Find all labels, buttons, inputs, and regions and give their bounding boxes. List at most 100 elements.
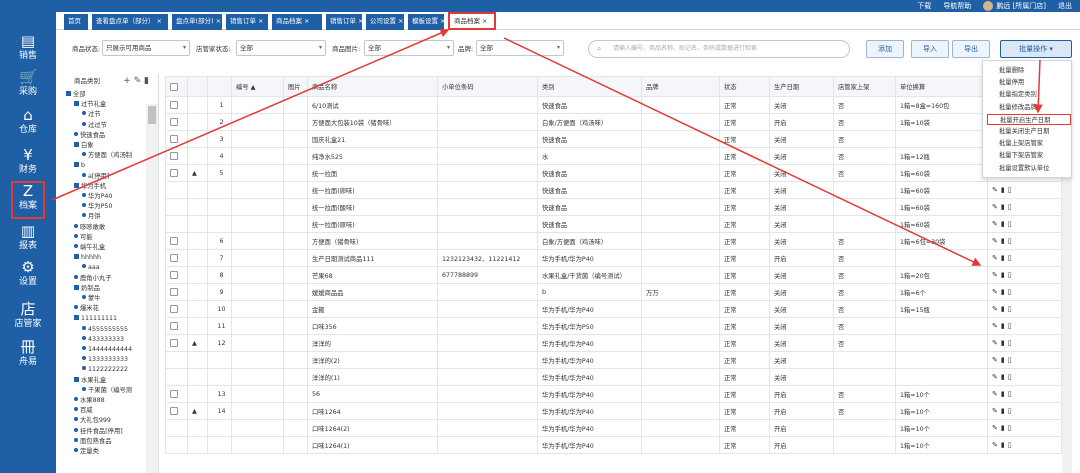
batch-menu-item[interactable]: 批量设置默认单位: [987, 163, 1071, 174]
category-node[interactable]: 水果888: [74, 396, 105, 405]
category-node[interactable]: 哆哆敢敢: [74, 223, 105, 232]
category-node[interactable]: 快速食品: [74, 131, 105, 140]
row-actions-icon[interactable]: ✎▮▯: [992, 407, 1015, 415]
batch-menu-item[interactable]: 批量指定类别: [987, 89, 1071, 100]
row-actions-icon[interactable]: ✎▮▯: [992, 339, 1015, 347]
tab-8[interactable]: 商品档案 ×: [448, 12, 496, 30]
category-node[interactable]: 1333333333: [82, 355, 128, 364]
row-checkbox[interactable]: [170, 390, 178, 398]
close-icon[interactable]: ×: [398, 17, 403, 25]
close-icon[interactable]: ×: [482, 17, 487, 25]
sidebar-item-zhouyi[interactable]: 冊舟易: [0, 338, 56, 374]
category-node[interactable]: 过节: [82, 110, 101, 119]
category-scrollbar[interactable]: [146, 104, 158, 473]
row-actions-icon[interactable]: ✎▮▯: [992, 271, 1015, 279]
column-header[interactable]: [165, 76, 188, 97]
table-row[interactable]: 洋洋的(2) 华为手机/华为P40 正常 关闭 ✎▮▯: [165, 351, 1062, 369]
table-row[interactable]: 2方便面大包装10袋（猪骨味）白象/方便面（鸡汤味）正常开启否1箱=10袋✎▮▯: [165, 113, 1062, 131]
category-node[interactable]: 方便面（鸡汤制: [82, 151, 132, 160]
batch-operation-button[interactable]: 批量操作 ▾: [1000, 40, 1072, 58]
close-icon[interactable]: ×: [358, 17, 363, 25]
table-row[interactable]: 统一拉面(原味) 快速食品 正常 关闭 1箱=60袋 ✎▮▯: [165, 215, 1062, 233]
batch-menu-item[interactable]: 批量关闭生产日期: [987, 126, 1071, 137]
search-input[interactable]: ⌕ 请输入编号、商品名称、助记名、条码或数据进行检索: [588, 40, 850, 58]
cell-expand[interactable]: ▲: [187, 334, 208, 352]
category-node[interactable]: 面包熟食品: [74, 437, 111, 446]
category-node[interactable]: 蒙牛: [82, 294, 101, 303]
tab-6[interactable]: 公司设置 ×: [366, 14, 404, 30]
row-actions-icon[interactable]: ✎▮▯: [992, 186, 1015, 194]
row-checkbox[interactable]: [170, 288, 178, 296]
table-row[interactable]: 6 方便面（猪骨味） 白象/方便面（鸡汤味） 正常 关闭否 1箱=6包=30袋 ✎▮▯: [165, 232, 1062, 250]
tab-0[interactable]: 首页: [64, 14, 88, 30]
category-node[interactable]: 百威: [74, 406, 93, 415]
category-node[interactable]: 鹿角小丸子: [74, 274, 111, 283]
table-row[interactable]: 16/10测试快速食品正常关闭否1箱=8盒=160包✎▮▯: [165, 96, 1062, 114]
row-actions-icon[interactable]: ✎▮▯: [992, 220, 1015, 228]
row-actions-icon[interactable]: ✎▮▯: [992, 305, 1015, 313]
sidebar-item-report[interactable]: ▥ 报表: [0, 222, 56, 258]
category-node[interactable]: 华为P50: [82, 202, 112, 211]
table-row[interactable]: 口味1264(1) 华为手机/华为P40 正常 开启 1箱=10个 ✎▮▯: [165, 436, 1062, 454]
store-status-filter-select[interactable]: 全部 ▾: [236, 40, 326, 56]
category-node[interactable]: 爆米花: [74, 304, 99, 313]
category-node[interactable]: 可能: [74, 233, 93, 242]
table-row[interactable]: 13 56 华为手机/华为P40 正常 开启否 1箱=10个 ✎▮▯: [165, 385, 1062, 403]
category-node[interactable]: 华为P40: [82, 192, 112, 201]
category-node[interactable]: 挂件食品[停用]: [74, 427, 123, 436]
add-button[interactable]: 添加: [866, 40, 904, 58]
row-actions-icon[interactable]: ✎▮▯: [992, 373, 1015, 381]
category-actions[interactable]: + ✎ ▮: [123, 74, 149, 88]
category-node[interactable]: 过节礼盒: [74, 100, 106, 109]
batch-menu-item[interactable]: 批量上架店管家: [987, 138, 1071, 149]
category-node[interactable]: 111111111: [74, 314, 117, 323]
row-actions-icon[interactable]: ✎▮▯: [992, 237, 1015, 245]
cell-expand[interactable]: ▲: [187, 402, 208, 420]
row-checkbox[interactable]: [170, 169, 178, 177]
category-node[interactable]: b: [74, 161, 85, 170]
tab-5[interactable]: 销售订单 ×: [326, 14, 363, 30]
close-icon[interactable]: ×: [157, 17, 162, 25]
row-actions-icon[interactable]: ✎▮▯: [992, 254, 1015, 262]
sidebar-item-archive[interactable]: Z 档案: [11, 181, 45, 219]
tab-2[interactable]: 盘点单(部分) ×: [172, 14, 222, 30]
row-checkbox[interactable]: [170, 322, 178, 330]
category-node[interactable]: 过过节: [82, 121, 107, 130]
download-link[interactable]: 下载: [917, 1, 931, 11]
guide-link[interactable]: 导航帮助: [943, 1, 971, 11]
tab-3[interactable]: 销售订单 ×: [226, 14, 268, 30]
logout-link[interactable]: 退出: [1058, 1, 1072, 11]
row-actions-icon[interactable]: ✎▮▯: [992, 203, 1015, 211]
batch-menu-item[interactable]: 批量删除: [987, 65, 1071, 76]
batch-menu-item[interactable]: 批量停用: [987, 77, 1071, 88]
category-node[interactable]: aaa: [82, 263, 100, 272]
scroll-thumb[interactable]: [148, 106, 156, 124]
table-row[interactable]: 统一拉面(酸味) 快速食品 正常 关闭 1箱=60袋 ✎▮▯: [165, 198, 1062, 216]
close-icon[interactable]: ×: [440, 17, 445, 25]
table-row[interactable]: 10 金箍 华为手机/华为P40 正常 关闭否 1箱=15瓶 ✎▮▯: [165, 300, 1062, 318]
category-node[interactable]: 433333333: [82, 335, 124, 344]
category-node[interactable]: 全部: [66, 90, 86, 99]
category-node[interactable]: 奶制品: [74, 284, 100, 293]
tab-7[interactable]: 模板设置 ×: [408, 14, 445, 30]
sidebar-item-sales[interactable]: ▤ 销售: [0, 32, 56, 68]
row-actions-icon[interactable]: ✎▮▯: [992, 424, 1015, 432]
row-actions-icon[interactable]: ✎▮▯: [992, 441, 1015, 449]
sidebar-item-store[interactable]: 店店管家: [0, 300, 56, 336]
batch-menu-item[interactable]: 批量修改品牌: [987, 102, 1071, 113]
category-node[interactable]: 14444444444: [82, 345, 132, 354]
row-checkbox[interactable]: [170, 237, 178, 245]
sidebar-item-cart[interactable]: 🛒 采购: [0, 68, 56, 104]
table-row[interactable]: 洋洋的(1) 华为手机/华为P40 正常 关闭 ✎▮▯: [165, 368, 1062, 386]
row-checkbox[interactable]: [170, 135, 178, 143]
table-row[interactable]: ▲5统一拉面快速食品正常关闭否1箱=60袋✎▮▯: [165, 164, 1062, 182]
sidebar-item-warehouse[interactable]: ⌂ 仓库: [0, 106, 56, 142]
tab-4[interactable]: 商品档案 ×: [272, 14, 322, 30]
close-icon[interactable]: ×: [258, 17, 263, 25]
table-row[interactable]: 7 生产日期测试商品111 1232123432、11221412 华为手机/华为P4…: [165, 249, 1062, 267]
category-node[interactable]: 端午礼盒: [74, 243, 105, 252]
user-menu[interactable]: 鹏远 [所属门店]: [983, 1, 1046, 11]
category-node[interactable]: 大礼包999: [74, 416, 111, 425]
brand-filter-select[interactable]: 全部 ▾: [476, 40, 564, 56]
image-filter-select[interactable]: 全部 ▾: [364, 40, 454, 56]
